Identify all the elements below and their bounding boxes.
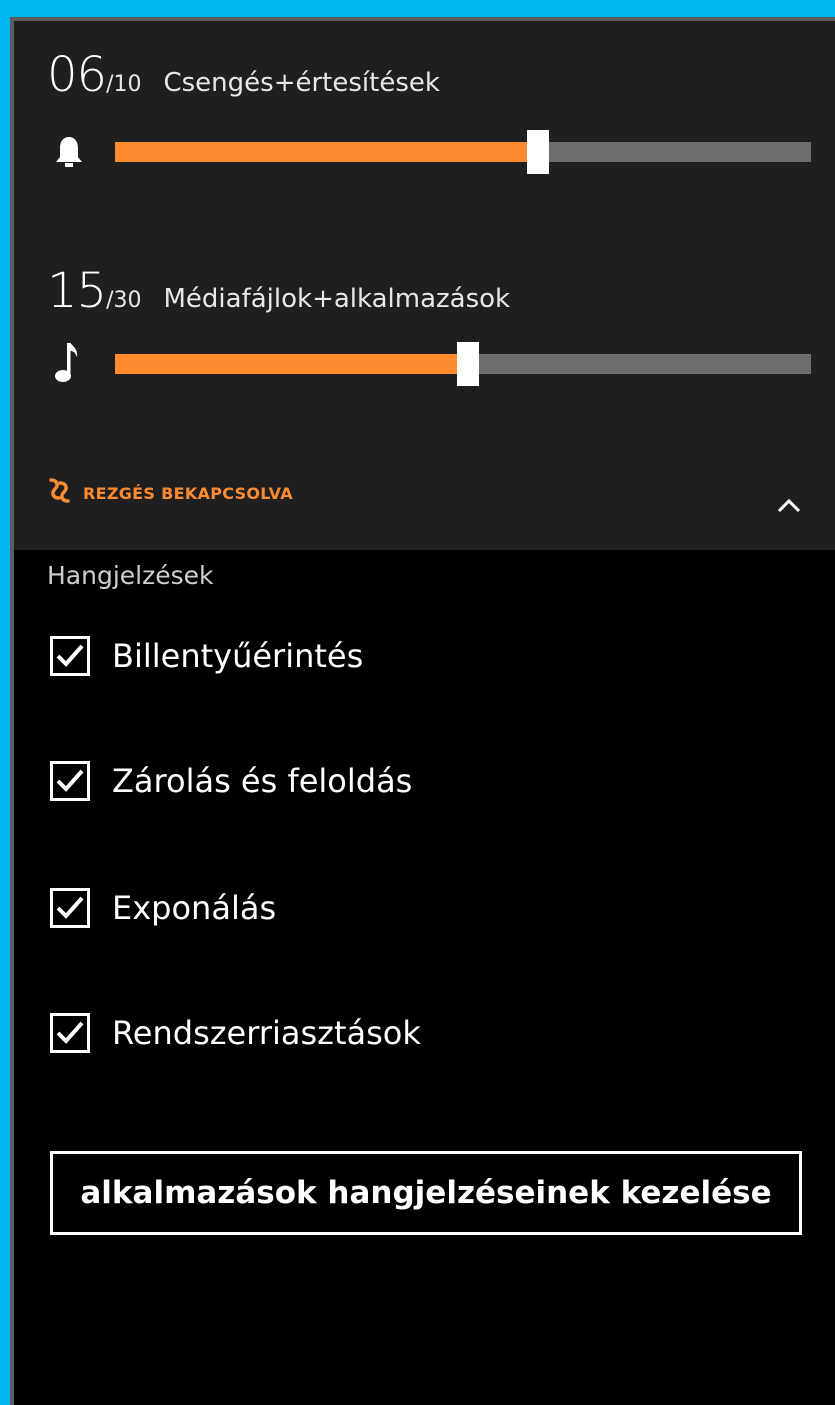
ringer-volume-max: /10 (106, 72, 142, 97)
ringer-volume-slider[interactable] (115, 130, 811, 174)
checkmark-icon (56, 1021, 84, 1044)
ringer-volume-thumb[interactable] (526, 130, 549, 174)
system-checkbox[interactable] (50, 1013, 90, 1053)
sound-option-lock[interactable]: Zárolás és feloldás (50, 761, 412, 801)
vibration-toggle[interactable]: REZGÉS BEKAPCSOLVA (47, 476, 293, 510)
ringer-volume-header: 06/10 Csengés+értesítések (47, 47, 440, 103)
media-volume-fill (115, 354, 463, 374)
keyboard-checkbox[interactable] (50, 636, 90, 676)
lock-checkbox[interactable] (50, 761, 90, 801)
sound-option-keyboard[interactable]: Billentyűérintés (50, 636, 363, 676)
sound-option-shutter[interactable]: Exponálás (50, 888, 276, 928)
volume-controls-panel: 06/10 Csengés+értesítések 15/30 Médiafájlo… (14, 21, 835, 550)
collapse-chevron-icon[interactable] (774, 491, 804, 521)
system-label: Rendszerriasztások (112, 1014, 421, 1052)
volume-panel: 06/10 Csengés+értesítések 15/30 Médiafájlo… (10, 17, 835, 1405)
media-volume-max: /30 (106, 288, 142, 313)
music-note-icon (54, 341, 80, 385)
media-volume-header: 15/30 Médiafájlok+alkalmazások (47, 263, 510, 319)
ringer-volume-fill (115, 142, 533, 162)
media-volume-value: 15 (47, 263, 107, 319)
ringer-volume-value: 06 (47, 47, 107, 103)
checkmark-icon (56, 896, 84, 919)
keyboard-label: Billentyűérintés (112, 637, 364, 675)
shutter-label: Exponálás (112, 889, 277, 927)
checkmark-icon (56, 644, 84, 667)
shutter-checkbox[interactable] (50, 888, 90, 928)
media-volume-thumb[interactable] (457, 342, 479, 386)
lock-label: Zárolás és feloldás (112, 762, 413, 800)
sound-option-system[interactable]: Rendszerriasztások (50, 1013, 421, 1053)
bell-icon (54, 134, 84, 170)
sounds-section-title: Hangjelzések (47, 561, 214, 590)
checkmark-icon (56, 769, 84, 792)
media-volume-slider[interactable] (115, 342, 811, 386)
manage-app-sounds-button[interactable]: alkalmazások hangjelzéseinek kezelése (50, 1151, 802, 1235)
media-volume-label: Médiafájlok+alkalmazások (163, 284, 511, 314)
ringer-volume-label: Csengés+értesítések (163, 68, 440, 98)
vibration-label: REZGÉS BEKAPCSOLVA (83, 483, 293, 503)
vibrate-icon (47, 476, 83, 510)
